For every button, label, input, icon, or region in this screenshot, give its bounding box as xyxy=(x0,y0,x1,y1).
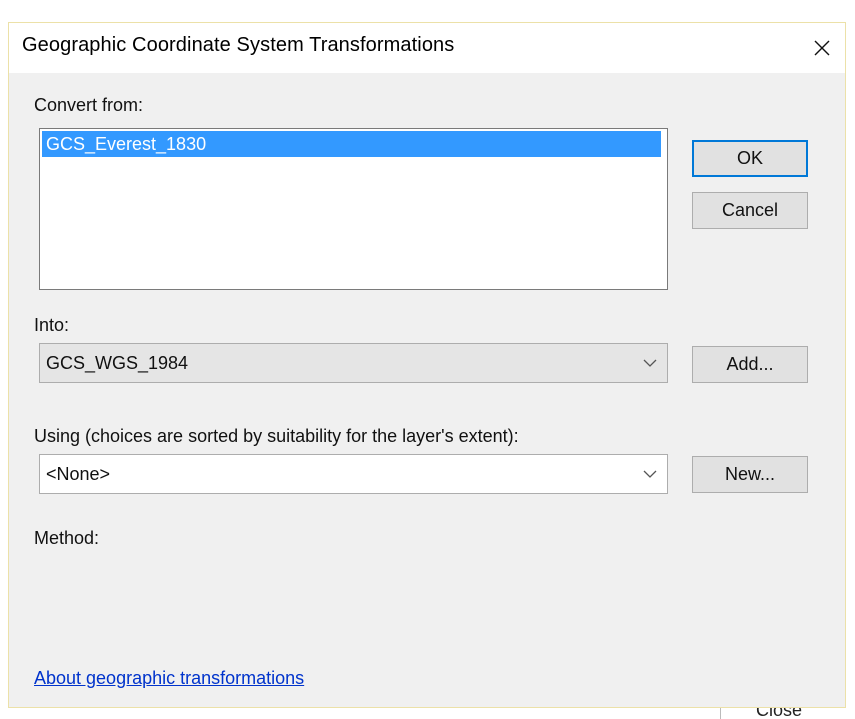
button-edge xyxy=(720,708,721,719)
convert-from-listbox[interactable]: GCS_Everest_1830 xyxy=(39,128,668,290)
into-dropdown[interactable]: GCS_WGS_1984 xyxy=(39,343,668,383)
about-transformations-link[interactable]: About geographic transformations xyxy=(34,668,304,689)
chevron-down-icon xyxy=(643,359,657,367)
cancel-button[interactable]: Cancel xyxy=(692,192,808,229)
close-icon[interactable] xyxy=(799,23,845,73)
background-close-button: Close xyxy=(720,708,855,719)
background-window xyxy=(0,0,855,22)
ok-button[interactable]: OK xyxy=(692,140,808,177)
dialog-title: Geographic Coordinate System Transformat… xyxy=(22,34,455,56)
list-item[interactable]: GCS_Everest_1830 xyxy=(42,131,661,157)
transformations-dialog: Geographic Coordinate System Transformat… xyxy=(8,22,846,708)
into-value: GCS_WGS_1984 xyxy=(46,353,189,373)
method-label: Method: xyxy=(34,528,100,548)
convert-from-label: Convert from: xyxy=(34,95,144,115)
using-label: Using (choices are sorted by suitability… xyxy=(34,426,519,446)
background-close-label: Close xyxy=(756,708,803,719)
using-value: <None> xyxy=(46,464,111,484)
into-label: Into: xyxy=(34,315,70,335)
add-button[interactable]: Add... xyxy=(692,346,808,383)
title-bar: Geographic Coordinate System Transformat… xyxy=(9,23,845,73)
using-dropdown[interactable]: <None> xyxy=(39,454,668,494)
chevron-down-icon xyxy=(643,470,657,478)
new-button[interactable]: New... xyxy=(692,456,808,493)
